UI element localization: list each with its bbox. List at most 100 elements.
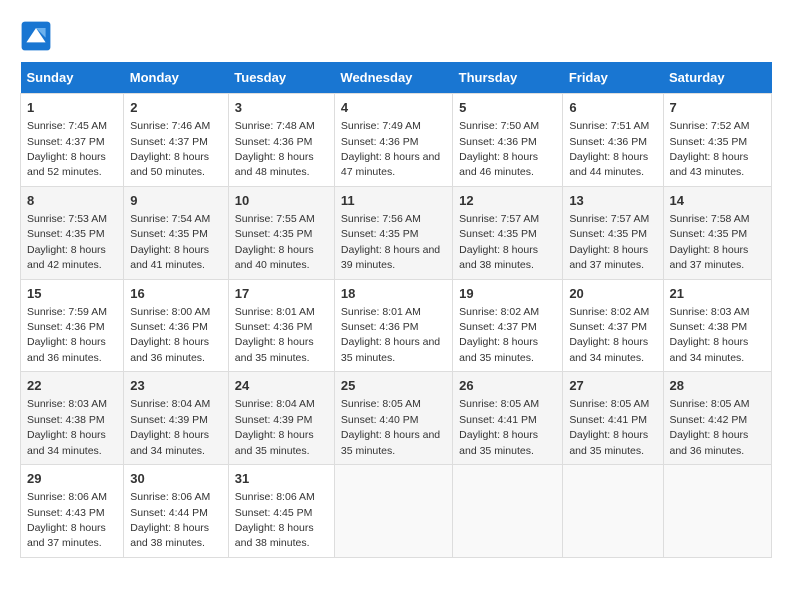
- day-cell: 31 Sunrise: 8:06 AMSunset: 4:45 PMDayligh…: [228, 465, 334, 558]
- day-number: 7: [670, 99, 766, 117]
- day-info: Sunrise: 7:57 AMSunset: 4:35 PMDaylight:…: [459, 213, 539, 271]
- day-info: Sunrise: 8:03 AMSunset: 4:38 PMDaylight:…: [670, 306, 750, 364]
- column-header-saturday: Saturday: [663, 62, 772, 94]
- day-info: Sunrise: 8:02 AMSunset: 4:37 PMDaylight:…: [459, 306, 539, 364]
- day-cell: 21 Sunrise: 8:03 AMSunset: 4:38 PMDayligh…: [663, 279, 772, 372]
- day-cell: 20 Sunrise: 8:02 AMSunset: 4:37 PMDayligh…: [563, 279, 663, 372]
- week-row-5: 29Sunrise: 8:06 AMSunset: 4:43 PMDayligh…: [21, 465, 772, 558]
- day-number: 21: [670, 285, 766, 303]
- day-cell: [663, 465, 772, 558]
- page-header: [20, 20, 772, 52]
- column-header-thursday: Thursday: [453, 62, 563, 94]
- day-number: 11: [341, 192, 446, 210]
- day-cell: 22Sunrise: 8:03 AMSunset: 4:38 PMDayligh…: [21, 372, 124, 465]
- day-info: Sunrise: 7:52 AMSunset: 4:35 PMDaylight:…: [670, 120, 750, 178]
- day-cell: 25 Sunrise: 8:05 AMSunset: 4:40 PMDayligh…: [334, 372, 452, 465]
- day-number: 4: [341, 99, 446, 117]
- day-cell: 16 Sunrise: 8:00 AMSunset: 4:36 PMDayligh…: [124, 279, 229, 372]
- day-number: 17: [235, 285, 328, 303]
- day-info: Sunrise: 7:54 AMSunset: 4:35 PMDaylight:…: [130, 213, 210, 271]
- day-cell: [334, 465, 452, 558]
- header-row: SundayMondayTuesdayWednesdayThursdayFrid…: [21, 62, 772, 94]
- day-info: Sunrise: 7:48 AMSunset: 4:36 PMDaylight:…: [235, 120, 315, 178]
- day-cell: 26Sunrise: 8:05 AMSunset: 4:41 PMDayligh…: [453, 372, 563, 465]
- day-number: 8: [27, 192, 117, 210]
- day-number: 15: [27, 285, 117, 303]
- day-info: Sunrise: 8:05 AMSunset: 4:41 PMDaylight:…: [569, 398, 649, 456]
- week-row-3: 15 Sunrise: 7:59 AMSunset: 4:36 PMDayligh…: [21, 279, 772, 372]
- day-cell: 2 Sunrise: 7:46 AMSunset: 4:37 PMDaylight…: [124, 94, 229, 187]
- logo-icon: [20, 20, 52, 52]
- day-number: 2: [130, 99, 222, 117]
- day-cell: 12 Sunrise: 7:57 AMSunset: 4:35 PMDayligh…: [453, 186, 563, 279]
- day-info: Sunrise: 8:06 AMSunset: 4:43 PMDaylight:…: [27, 491, 107, 549]
- day-number: 23: [130, 377, 222, 395]
- day-info: Sunrise: 7:59 AMSunset: 4:36 PMDaylight:…: [27, 306, 107, 364]
- day-number: 9: [130, 192, 222, 210]
- day-info: Sunrise: 7:45 AMSunset: 4:37 PMDaylight:…: [27, 120, 107, 178]
- day-cell: 8 Sunrise: 7:53 AMSunset: 4:35 PMDaylight…: [21, 186, 124, 279]
- day-cell: 13 Sunrise: 7:57 AMSunset: 4:35 PMDayligh…: [563, 186, 663, 279]
- day-info: Sunrise: 7:58 AMSunset: 4:35 PMDaylight:…: [670, 213, 750, 271]
- day-info: Sunrise: 8:02 AMSunset: 4:37 PMDaylight:…: [569, 306, 649, 364]
- day-cell: 24 Sunrise: 8:04 AMSunset: 4:39 PMDayligh…: [228, 372, 334, 465]
- day-cell: 10Sunrise: 7:55 AMSunset: 4:35 PMDayligh…: [228, 186, 334, 279]
- day-number: 19: [459, 285, 556, 303]
- day-info: Sunrise: 8:00 AMSunset: 4:36 PMDaylight:…: [130, 306, 210, 364]
- day-cell: [453, 465, 563, 558]
- day-cell: 23 Sunrise: 8:04 AMSunset: 4:39 PMDayligh…: [124, 372, 229, 465]
- day-info: Sunrise: 8:03 AMSunset: 4:38 PMDaylight:…: [27, 398, 107, 456]
- day-cell: 9 Sunrise: 7:54 AMSunset: 4:35 PMDaylight…: [124, 186, 229, 279]
- day-number: 27: [569, 377, 656, 395]
- column-header-sunday: Sunday: [21, 62, 124, 94]
- day-number: 20: [569, 285, 656, 303]
- day-info: Sunrise: 7:49 AMSunset: 4:36 PMDaylight:…: [341, 120, 440, 178]
- day-info: Sunrise: 7:51 AMSunset: 4:36 PMDaylight:…: [569, 120, 649, 178]
- week-row-2: 8 Sunrise: 7:53 AMSunset: 4:35 PMDaylight…: [21, 186, 772, 279]
- day-info: Sunrise: 8:06 AMSunset: 4:44 PMDaylight:…: [130, 491, 210, 549]
- day-cell: 3Sunrise: 7:48 AMSunset: 4:36 PMDaylight…: [228, 94, 334, 187]
- day-number: 6: [569, 99, 656, 117]
- day-cell: 17Sunrise: 8:01 AMSunset: 4:36 PMDayligh…: [228, 279, 334, 372]
- day-number: 30: [130, 470, 222, 488]
- day-cell: 28Sunrise: 8:05 AMSunset: 4:42 PMDayligh…: [663, 372, 772, 465]
- day-info: Sunrise: 8:05 AMSunset: 4:42 PMDaylight:…: [670, 398, 750, 456]
- day-info: Sunrise: 8:01 AMSunset: 4:36 PMDaylight:…: [341, 306, 440, 364]
- day-info: Sunrise: 8:05 AMSunset: 4:40 PMDaylight:…: [341, 398, 440, 456]
- column-header-friday: Friday: [563, 62, 663, 94]
- column-header-monday: Monday: [124, 62, 229, 94]
- day-cell: 29Sunrise: 8:06 AMSunset: 4:43 PMDayligh…: [21, 465, 124, 558]
- day-info: Sunrise: 8:06 AMSunset: 4:45 PMDaylight:…: [235, 491, 315, 549]
- column-header-wednesday: Wednesday: [334, 62, 452, 94]
- day-info: Sunrise: 8:04 AMSunset: 4:39 PMDaylight:…: [235, 398, 315, 456]
- day-cell: [563, 465, 663, 558]
- day-number: 14: [670, 192, 766, 210]
- week-row-1: 1 Sunrise: 7:45 AMSunset: 4:37 PMDaylight…: [21, 94, 772, 187]
- day-info: Sunrise: 7:57 AMSunset: 4:35 PMDaylight:…: [569, 213, 649, 271]
- day-info: Sunrise: 7:46 AMSunset: 4:37 PMDaylight:…: [130, 120, 210, 178]
- day-number: 24: [235, 377, 328, 395]
- day-cell: 6 Sunrise: 7:51 AMSunset: 4:36 PMDaylight…: [563, 94, 663, 187]
- day-cell: 7 Sunrise: 7:52 AMSunset: 4:35 PMDaylight…: [663, 94, 772, 187]
- day-number: 31: [235, 470, 328, 488]
- calendar-table: SundayMondayTuesdayWednesdayThursdayFrid…: [20, 62, 772, 558]
- day-number: 5: [459, 99, 556, 117]
- day-number: 1: [27, 99, 117, 117]
- day-number: 13: [569, 192, 656, 210]
- day-cell: 5Sunrise: 7:50 AMSunset: 4:36 PMDaylight…: [453, 94, 563, 187]
- day-info: Sunrise: 8:04 AMSunset: 4:39 PMDaylight:…: [130, 398, 210, 456]
- day-cell: 19 Sunrise: 8:02 AMSunset: 4:37 PMDayligh…: [453, 279, 563, 372]
- day-number: 12: [459, 192, 556, 210]
- day-info: Sunrise: 7:53 AMSunset: 4:35 PMDaylight:…: [27, 213, 107, 271]
- day-info: Sunrise: 7:56 AMSunset: 4:35 PMDaylight:…: [341, 213, 440, 271]
- day-cell: 14 Sunrise: 7:58 AMSunset: 4:35 PMDayligh…: [663, 186, 772, 279]
- week-row-4: 22Sunrise: 8:03 AMSunset: 4:38 PMDayligh…: [21, 372, 772, 465]
- day-cell: 18 Sunrise: 8:01 AMSunset: 4:36 PMDayligh…: [334, 279, 452, 372]
- day-info: Sunrise: 8:05 AMSunset: 4:41 PMDaylight:…: [459, 398, 539, 456]
- day-cell: 4 Sunrise: 7:49 AMSunset: 4:36 PMDaylight…: [334, 94, 452, 187]
- day-number: 18: [341, 285, 446, 303]
- day-number: 16: [130, 285, 222, 303]
- day-number: 25: [341, 377, 446, 395]
- day-cell: 27 Sunrise: 8:05 AMSunset: 4:41 PMDayligh…: [563, 372, 663, 465]
- column-header-tuesday: Tuesday: [228, 62, 334, 94]
